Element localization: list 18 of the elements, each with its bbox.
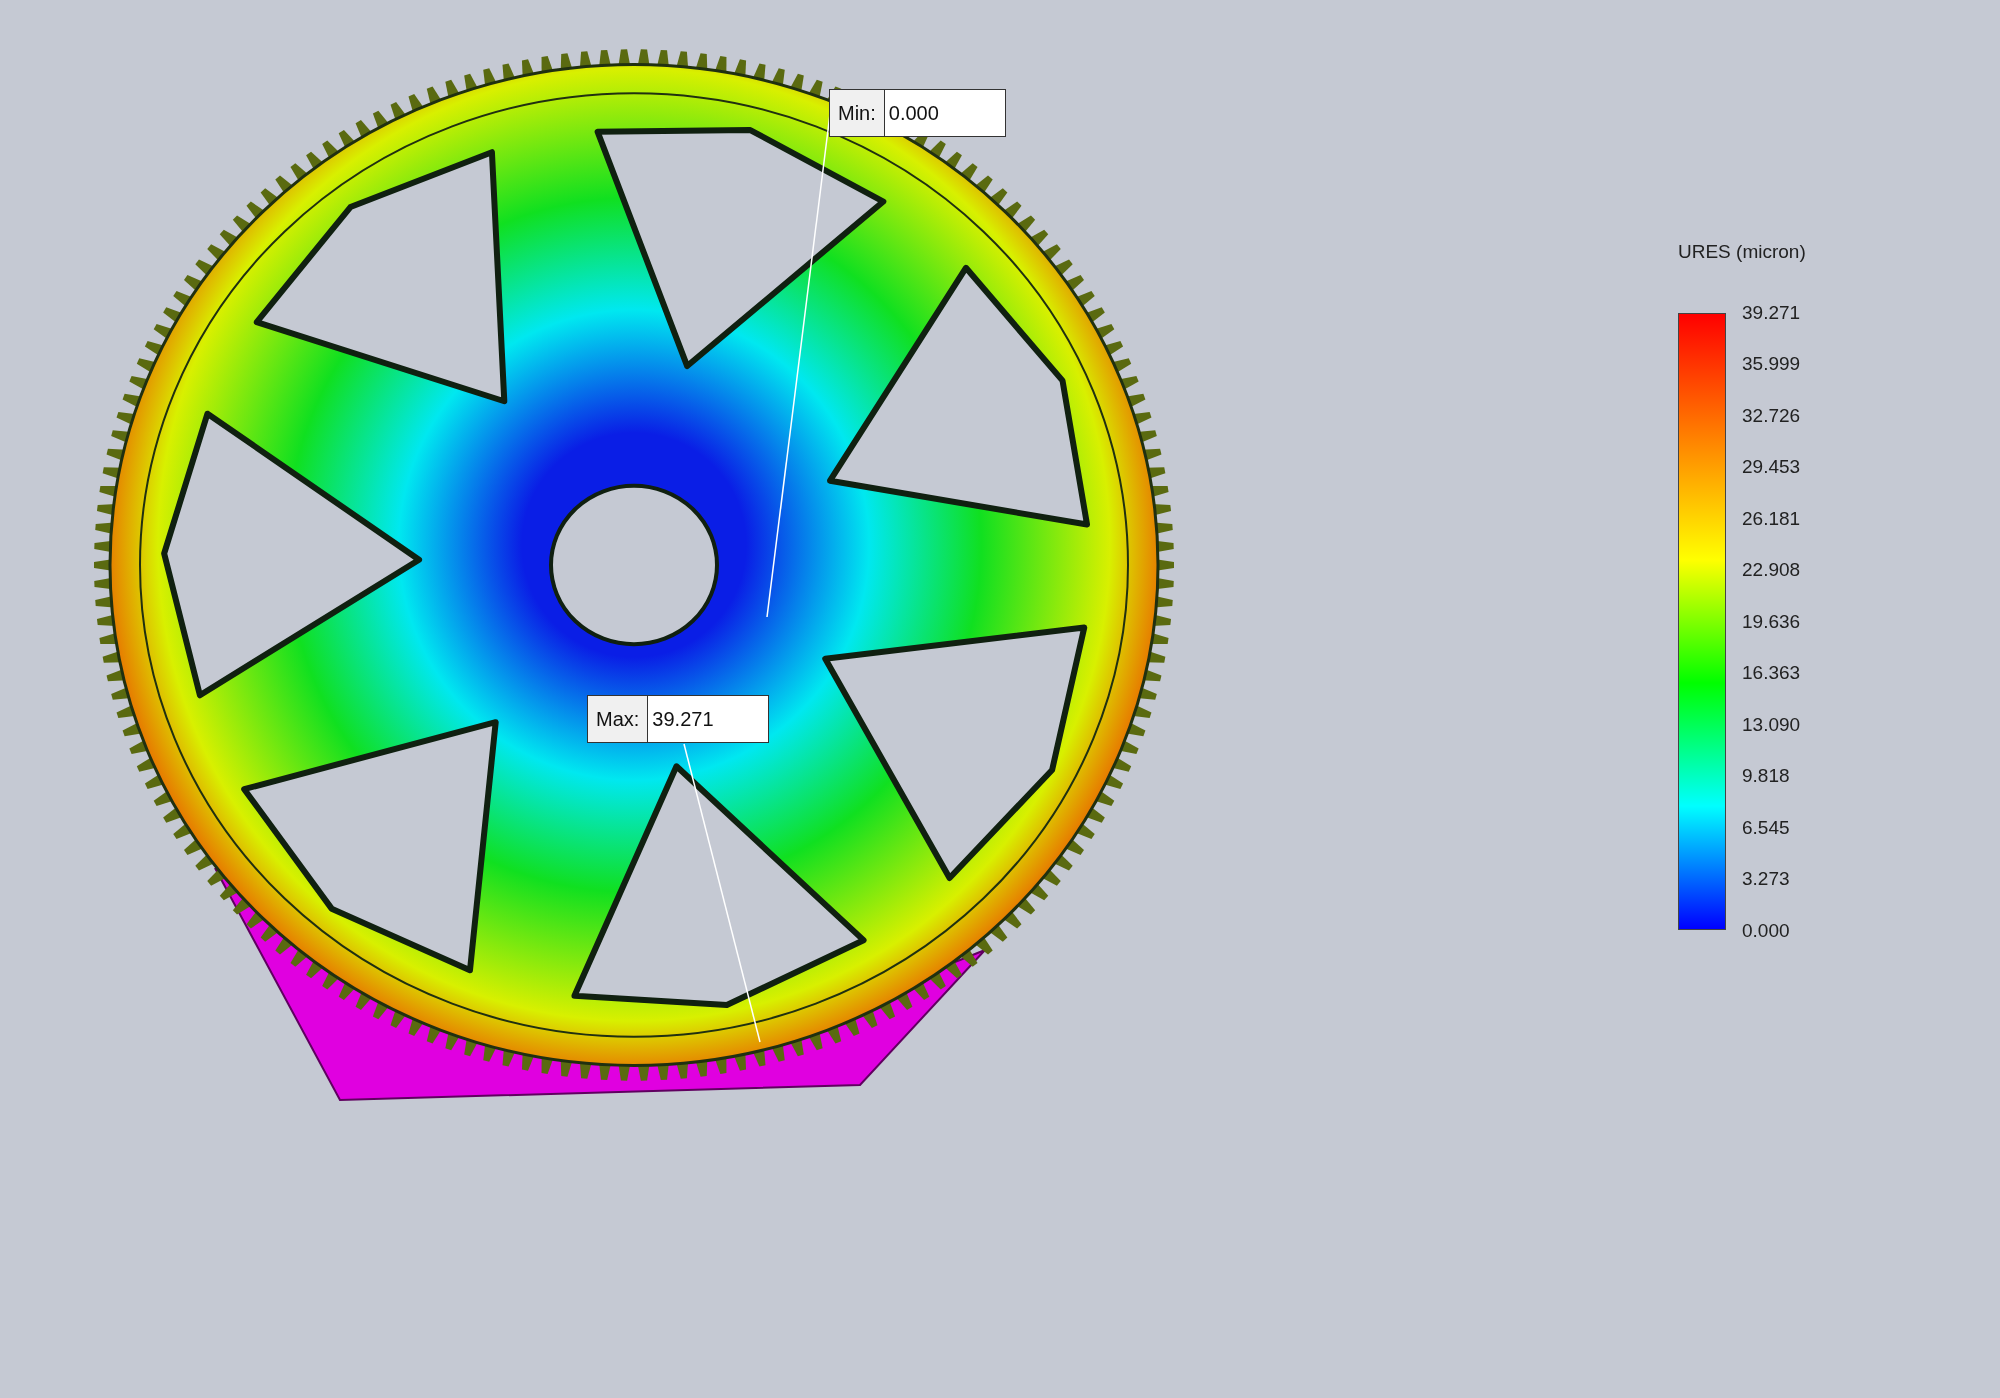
probe-value: 39.271 <box>651 707 715 732</box>
scale-tick-label: 16.363 <box>1742 662 1801 684</box>
scale-tick-label: 19.636 <box>1742 610 1801 633</box>
scale-tick-label: 3.273 <box>1742 868 1791 890</box>
probe-value: 0.000 <box>887 101 940 126</box>
scale-tick-label: 22.908 <box>1742 559 1801 581</box>
scale-tick-label: 39.271 <box>1742 301 1801 324</box>
probe-label: Min: <box>830 90 885 136</box>
scale-tick-label: 13.090 <box>1742 713 1801 736</box>
legend-title: URES (micron) <box>1678 240 1806 264</box>
scale-tick-label: 29.453 <box>1742 456 1801 478</box>
scale-tick-label: 9.818 <box>1742 765 1791 787</box>
probe-label: Max: <box>588 696 649 742</box>
scale-tick-label: 32.726 <box>1742 404 1801 427</box>
scale-tick-label: 6.545 <box>1742 816 1791 839</box>
scale-tick-label: 0.000 <box>1742 919 1791 942</box>
scale-tick-label: 26.181 <box>1742 507 1801 530</box>
scale-tick-label: 35.999 <box>1742 353 1801 375</box>
